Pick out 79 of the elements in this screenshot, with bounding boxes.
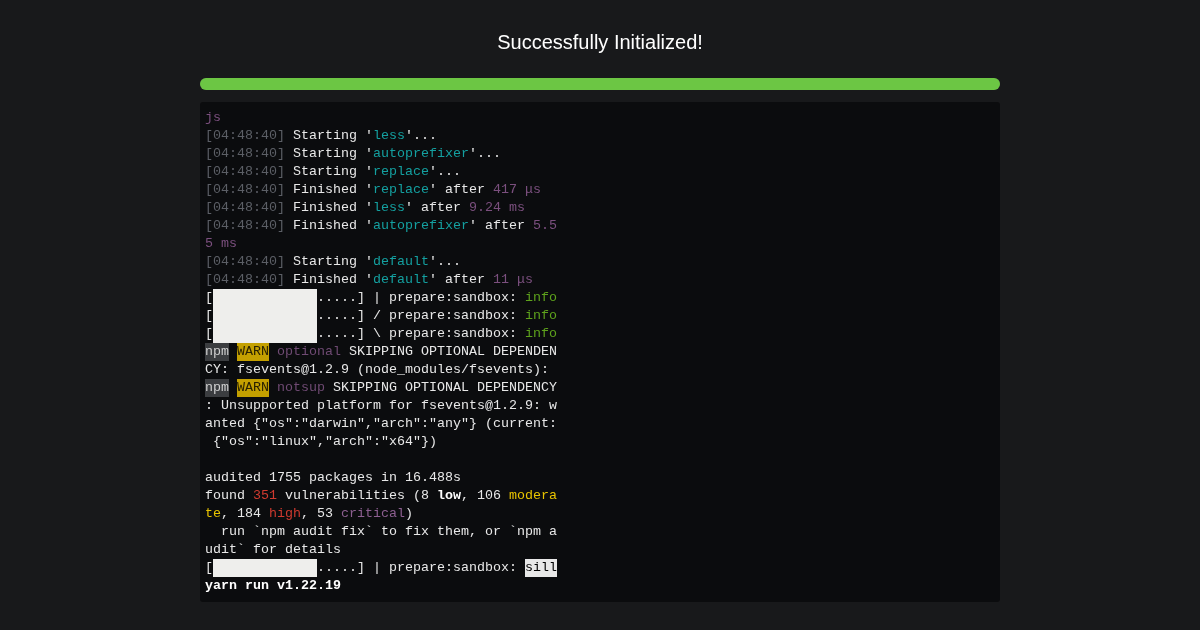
task-name: replace (372, 163, 429, 181)
log-text: [ (205, 325, 213, 343)
log-text: found (205, 487, 246, 505)
timestamp: [04:48:40] (205, 253, 285, 271)
log-text: Finished ' (291, 271, 373, 289)
npm-label: npm (205, 343, 229, 361)
log-text: vulnerabilities (8 (284, 487, 430, 505)
log-text: Starting ' (291, 253, 373, 271)
severity-text: high (269, 505, 301, 523)
duration-text: 9.24 ms (468, 199, 525, 217)
task-name: default (372, 253, 429, 271)
timestamp: [04:48:40] (205, 145, 285, 163)
log-text: '... (468, 145, 501, 163)
log-text: , 106 (460, 487, 502, 505)
log-text: '... (428, 163, 461, 181)
log-text: anted {"os":"darwin","arch":"any"} (current: (205, 415, 557, 433)
log-text: ) (405, 505, 413, 523)
log-text: ' after (428, 271, 486, 289)
log-text: yarn run v1.22.19 (205, 577, 341, 595)
duration-text: 5 ms (205, 235, 237, 253)
log-text: '... (428, 253, 461, 271)
log-text: ' after (404, 199, 462, 217)
log-text: udit` for details (205, 541, 341, 559)
timestamp: [04:48:40] (205, 163, 285, 181)
severity-text: te (205, 505, 221, 523)
task-name: less (372, 127, 405, 145)
severity-text: critical (341, 505, 405, 523)
log-text: audited 1755 packages in 16.488s (205, 469, 461, 487)
timestamp: [04:48:40] (205, 127, 285, 145)
npm-label: npm (205, 379, 229, 397)
log-text: run `npm audit fix` to fix them, or `npm a (220, 523, 557, 541)
duration-text: 417 μs (492, 181, 541, 199)
log-text: CY: fsevents@1.2.9 (node_modules/fsevents): (205, 361, 549, 379)
log-text: Starting ' (291, 145, 373, 163)
log-text: .....] | prepare:sandbox: (317, 559, 518, 577)
warning-type: optional (276, 343, 341, 361)
log-text: Starting ' (291, 127, 373, 145)
log-text: [ (205, 307, 213, 325)
log-text: , 53 (301, 505, 334, 523)
task-name: default (372, 271, 429, 289)
log-text: .....] | prepare:sandbox: (317, 289, 518, 307)
duration-text: 11 μs (492, 271, 533, 289)
severity-text: 351 (253, 487, 277, 505)
log-text: , 184 (221, 505, 262, 523)
log-level-label: sill (524, 559, 557, 577)
timestamp: [04:48:40] (205, 199, 285, 217)
warning-type: notsup (276, 379, 325, 397)
status-heading: Successfully Initialized! (497, 30, 703, 55)
task-name: replace (372, 181, 429, 199)
module-name: js (205, 109, 221, 127)
log-text: : Unsupported platform for fsevents@1.2.9: w (205, 397, 557, 415)
log-level-label: info (524, 325, 557, 343)
log-text: [ (205, 289, 213, 307)
warn-label: WARN (237, 379, 269, 397)
log-text: low (436, 487, 461, 505)
task-name: autoprefixer (372, 145, 469, 163)
log-text: .....] / prepare:sandbox: (317, 307, 518, 325)
log-text: '... (404, 127, 437, 145)
timestamp: [04:48:40] (205, 217, 285, 235)
log-text: Finished ' (291, 199, 373, 217)
timestamp: [04:48:40] (205, 181, 285, 199)
timestamp: [04:48:40] (205, 271, 285, 289)
log-text: SKIPPING OPTIONAL DEPENDEN (347, 343, 557, 361)
log-level-label: info (524, 307, 557, 325)
log-text: SKIPPING OPTIONAL DEPENDENCY (332, 379, 557, 397)
log-level-label: info (524, 289, 557, 307)
log-text: Finished ' (291, 181, 373, 199)
log-text: ' after (428, 181, 486, 199)
task-name: autoprefixer (372, 217, 469, 235)
warn-label: WARN (237, 343, 269, 361)
log-text: [ (205, 559, 213, 577)
log-text: .....] \ prepare:sandbox: (317, 325, 518, 343)
log-text: ' after (468, 217, 526, 235)
duration-text: 5.5 (532, 217, 557, 235)
log-text: {"os":"linux","arch":"x64"}) (212, 433, 437, 451)
log-text: Starting ' (291, 163, 373, 181)
log-text: Finished ' (291, 217, 373, 235)
task-name: less (372, 199, 405, 217)
severity-text: modera (508, 487, 557, 505)
